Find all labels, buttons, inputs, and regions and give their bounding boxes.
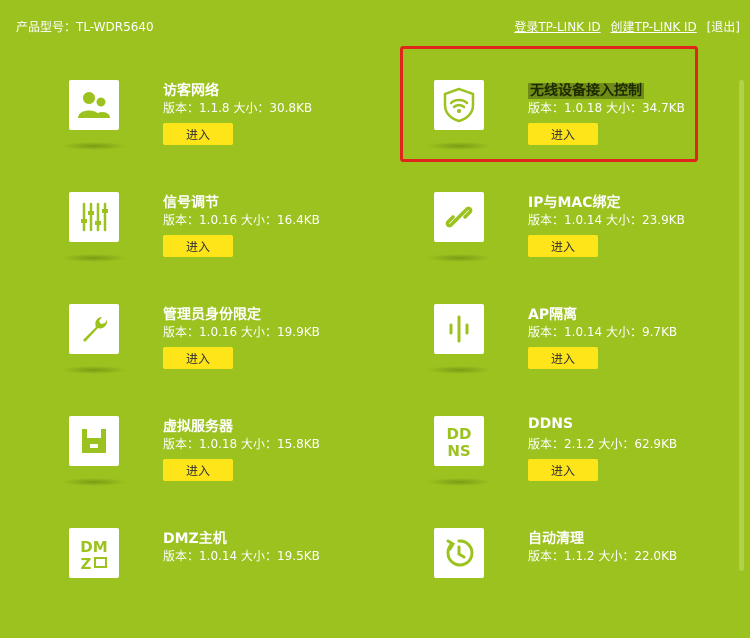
app-name: DMZ主机 — [163, 531, 227, 547]
logout-link[interactable]: [退出] — [707, 20, 740, 34]
app-ap-isolation: AP隔离 版本：1.0.14 大小：9.7KB 进入 — [426, 304, 734, 414]
ddns-icon: DD NS — [434, 416, 484, 466]
app-version: 版本：1.0.16 大小：16.4KB — [163, 213, 320, 227]
ap-isolation-icon — [434, 304, 484, 354]
app-name: 虚拟服务器 — [163, 419, 233, 435]
app-guest-network: 访客网络 版本：1.1.8 大小：30.8KB 进入 — [61, 80, 369, 190]
app-virtual-server: 虚拟服务器 版本：1.0.18 大小：15.8KB 进入 — [61, 416, 369, 526]
enter-button[interactable]: 进入 — [163, 347, 233, 369]
app-ip-mac-binding: IP与MAC绑定 版本：1.0.14 大小：23.9KB 进入 — [426, 192, 734, 302]
app-version: 版本：1.0.14 大小：23.9KB — [528, 213, 685, 227]
app-auto-clean: 自动清理 版本：1.1.2 大小：22.0KB — [434, 528, 734, 638]
enter-button[interactable]: 进入 — [163, 235, 233, 257]
enter-button[interactable]: 进入 — [163, 123, 233, 145]
app-name: 自动清理 — [528, 531, 584, 547]
selection-highlight-box — [400, 46, 698, 162]
app-version: 版本：1.1.2 大小：22.0KB — [528, 549, 678, 563]
scrollbar[interactable] — [739, 80, 744, 571]
icon-shadow — [61, 142, 127, 150]
create-tplink-id-link[interactable]: 创建TP-LINK ID — [610, 20, 696, 34]
icon-shadow — [426, 254, 492, 262]
app-version: 版本：1.0.16 大小：19.9KB — [163, 325, 320, 339]
wrench-icon — [69, 304, 119, 354]
login-tplink-id-link[interactable]: 登录TP-LINK ID — [514, 20, 600, 34]
svg-text:DM: DM — [80, 538, 107, 556]
server-icon — [69, 416, 119, 466]
enter-button[interactable]: 进入 — [528, 459, 598, 481]
app-name: 访客网络 — [163, 83, 219, 99]
app-signal-adjust: 信号调节 版本：1.0.16 大小：16.4KB 进入 — [61, 192, 369, 302]
top-bar: 产品型号：TL-WDR5640 登录TP-LINK ID 创建TP-LINK I… — [0, 0, 750, 50]
enter-button[interactable]: 进入 — [163, 459, 233, 481]
app-name: DDNS — [528, 416, 574, 432]
icon-shadow — [61, 254, 127, 262]
enter-button[interactable]: 进入 — [528, 235, 598, 257]
guest-users-icon — [69, 80, 119, 130]
app-version: 版本：1.0.14 大小：19.5KB — [163, 549, 320, 563]
app-dmz-host: DM Z DMZ主机 版本：1.0.14 大小：19.5KB — [69, 528, 369, 638]
app-name: 信号调节 — [163, 195, 219, 211]
svg-text:DD: DD — [447, 425, 472, 443]
app-version: 版本：1.1.8 大小：30.8KB — [163, 101, 313, 115]
app-version: 版本：1.0.18 大小：15.8KB — [163, 437, 320, 451]
app-name: AP隔离 — [528, 307, 578, 323]
icon-shadow — [61, 366, 127, 374]
link-icon — [434, 192, 484, 242]
icon-shadow — [426, 478, 492, 486]
svg-text:Z: Z — [81, 555, 92, 571]
app-version: 版本：1.0.14 大小：9.7KB — [528, 325, 678, 339]
app-admin-identity-restriction: 管理员身份限定 版本：1.0.16 大小：19.9KB 进入 — [61, 304, 369, 414]
icon-shadow — [61, 478, 127, 486]
app-ddns: DD NS DDNS 版本：2.1.2 大小：62.9KB 进入 — [426, 416, 734, 526]
sliders-icon — [69, 192, 119, 242]
svg-text:NS: NS — [447, 442, 470, 459]
icon-shadow — [426, 366, 492, 374]
enter-button[interactable]: 进入 — [528, 347, 598, 369]
product-model: 产品型号：TL-WDR5640 — [16, 20, 154, 34]
account-links: 登录TP-LINK ID 创建TP-LINK ID [退出] — [508, 18, 740, 35]
app-name: 管理员身份限定 — [163, 307, 261, 323]
app-version: 版本：2.1.2 大小：62.9KB — [528, 437, 678, 451]
app-name: IP与MAC绑定 — [528, 195, 621, 211]
